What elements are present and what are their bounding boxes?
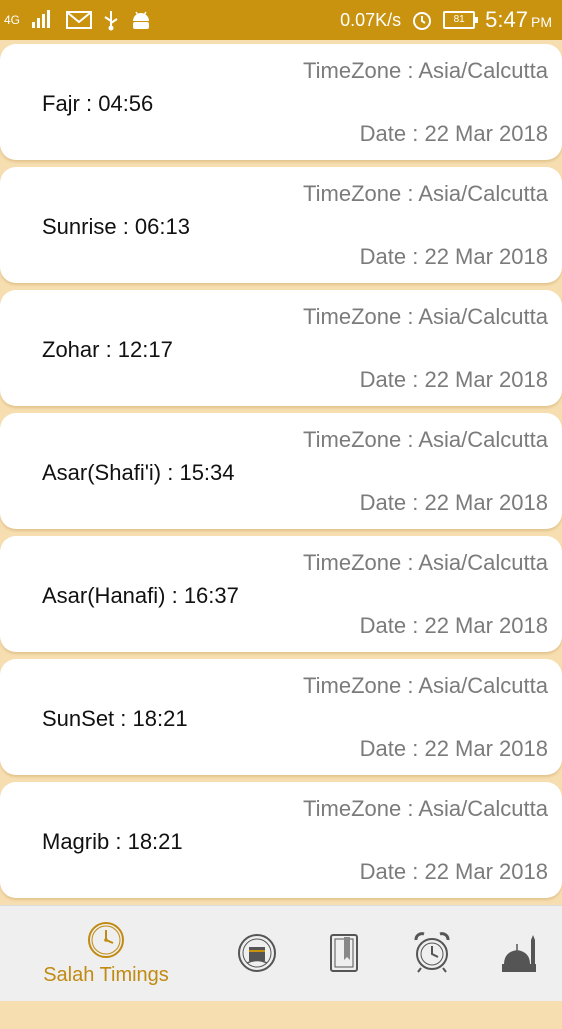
net-speed: 0.07K/s xyxy=(340,9,402,30)
timezone-text: TimeZone : Asia/Calcutta xyxy=(303,550,548,575)
prayer-card-asar-shafii[interactable]: TimeZone : Asia/Calcutta Asar(Shafi'i) :… xyxy=(0,413,562,529)
status-left: 4G xyxy=(4,0,152,40)
prayer-card-sunset[interactable]: TimeZone : Asia/Calcutta SunSet : 18:21 … xyxy=(0,659,562,775)
date-text: Date : 22 Mar 2018 xyxy=(359,490,548,515)
nav-alarm[interactable] xyxy=(410,906,454,1025)
prayer-card-magrib[interactable]: TimeZone : Asia/Calcutta Magrib : 18:21 … xyxy=(0,782,562,898)
alarm-clock-icon xyxy=(414,932,450,973)
date-text: Date : 22 Mar 2018 xyxy=(359,859,548,884)
timezone-text: TimeZone : Asia/Calcutta xyxy=(303,427,548,452)
timezone-text: TimeZone : Asia/Calcutta xyxy=(303,304,548,329)
prayer-time: Asar(Hanafi) : 16:37 xyxy=(42,583,239,608)
nav-mosque[interactable] xyxy=(498,906,542,1029)
clock-icon xyxy=(88,922,124,958)
usb-icon xyxy=(104,11,118,31)
date-text: Date : 22 Mar 2018 xyxy=(359,613,548,638)
prayer-time: Fajr : 04:56 xyxy=(42,91,154,116)
prayer-time: Magrib : 18:21 xyxy=(42,829,183,854)
date-text: Date : 22 Mar 2018 xyxy=(359,121,548,146)
network-type: 4G xyxy=(4,13,21,27)
status-time: 5:47 xyxy=(485,7,528,32)
status-ampm: PM xyxy=(531,14,552,30)
prayer-card-sunrise[interactable]: TimeZone : Asia/Calcutta Sunrise : 06:13… xyxy=(0,167,562,283)
book-icon xyxy=(330,934,358,972)
kaaba-icon xyxy=(238,934,276,972)
timezone-text: TimeZone : Asia/Calcutta xyxy=(303,58,548,83)
prayer-time: Sunrise : 06:13 xyxy=(42,214,190,239)
nav-qibla[interactable] xyxy=(234,906,280,1027)
prayer-card-zohar[interactable]: TimeZone : Asia/Calcutta Zohar : 12:17 D… xyxy=(0,290,562,406)
alarm-status-icon xyxy=(413,12,432,30)
timezone-text: TimeZone : Asia/Calcutta xyxy=(303,673,548,698)
battery-icon: 81 xyxy=(443,11,479,29)
status-bar: 4G 0.07K/s 81 5:47 PM xyxy=(0,0,562,40)
timezone-text: TimeZone : Asia/Calcutta xyxy=(303,796,548,821)
bottom-nav: Salah Timings xyxy=(0,905,562,1001)
date-text: Date : 22 Mar 2018 xyxy=(359,367,548,392)
prayer-time: Zohar : 12:17 xyxy=(42,337,173,362)
android-icon xyxy=(133,11,150,29)
status-right: 0.07K/s 81 5:47 PM xyxy=(340,0,552,40)
date-text: Date : 22 Mar 2018 xyxy=(359,736,548,761)
prayer-time: Asar(Shafi'i) : 15:34 xyxy=(42,460,235,485)
timezone-text: TimeZone : Asia/Calcutta xyxy=(303,181,548,206)
signal-icon xyxy=(32,10,51,28)
nav-salah-timings[interactable]: Salah Timings xyxy=(26,906,186,1015)
prayer-card-asar-hanafi[interactable]: TimeZone : Asia/Calcutta Asar(Hanafi) : … xyxy=(0,536,562,652)
prayer-card-fajr[interactable]: TimeZone : Asia/Calcutta Fajr : 04:56 Da… xyxy=(0,44,562,160)
nav-quran[interactable] xyxy=(322,906,366,1027)
prayer-time: SunSet : 18:21 xyxy=(42,706,188,731)
date-text: Date : 22 Mar 2018 xyxy=(359,244,548,269)
email-icon xyxy=(66,11,93,29)
nav-label-salah-timings: Salah Timings xyxy=(43,964,169,986)
status-clock: 5:47 PM xyxy=(485,7,552,33)
mosque-icon xyxy=(502,935,536,972)
